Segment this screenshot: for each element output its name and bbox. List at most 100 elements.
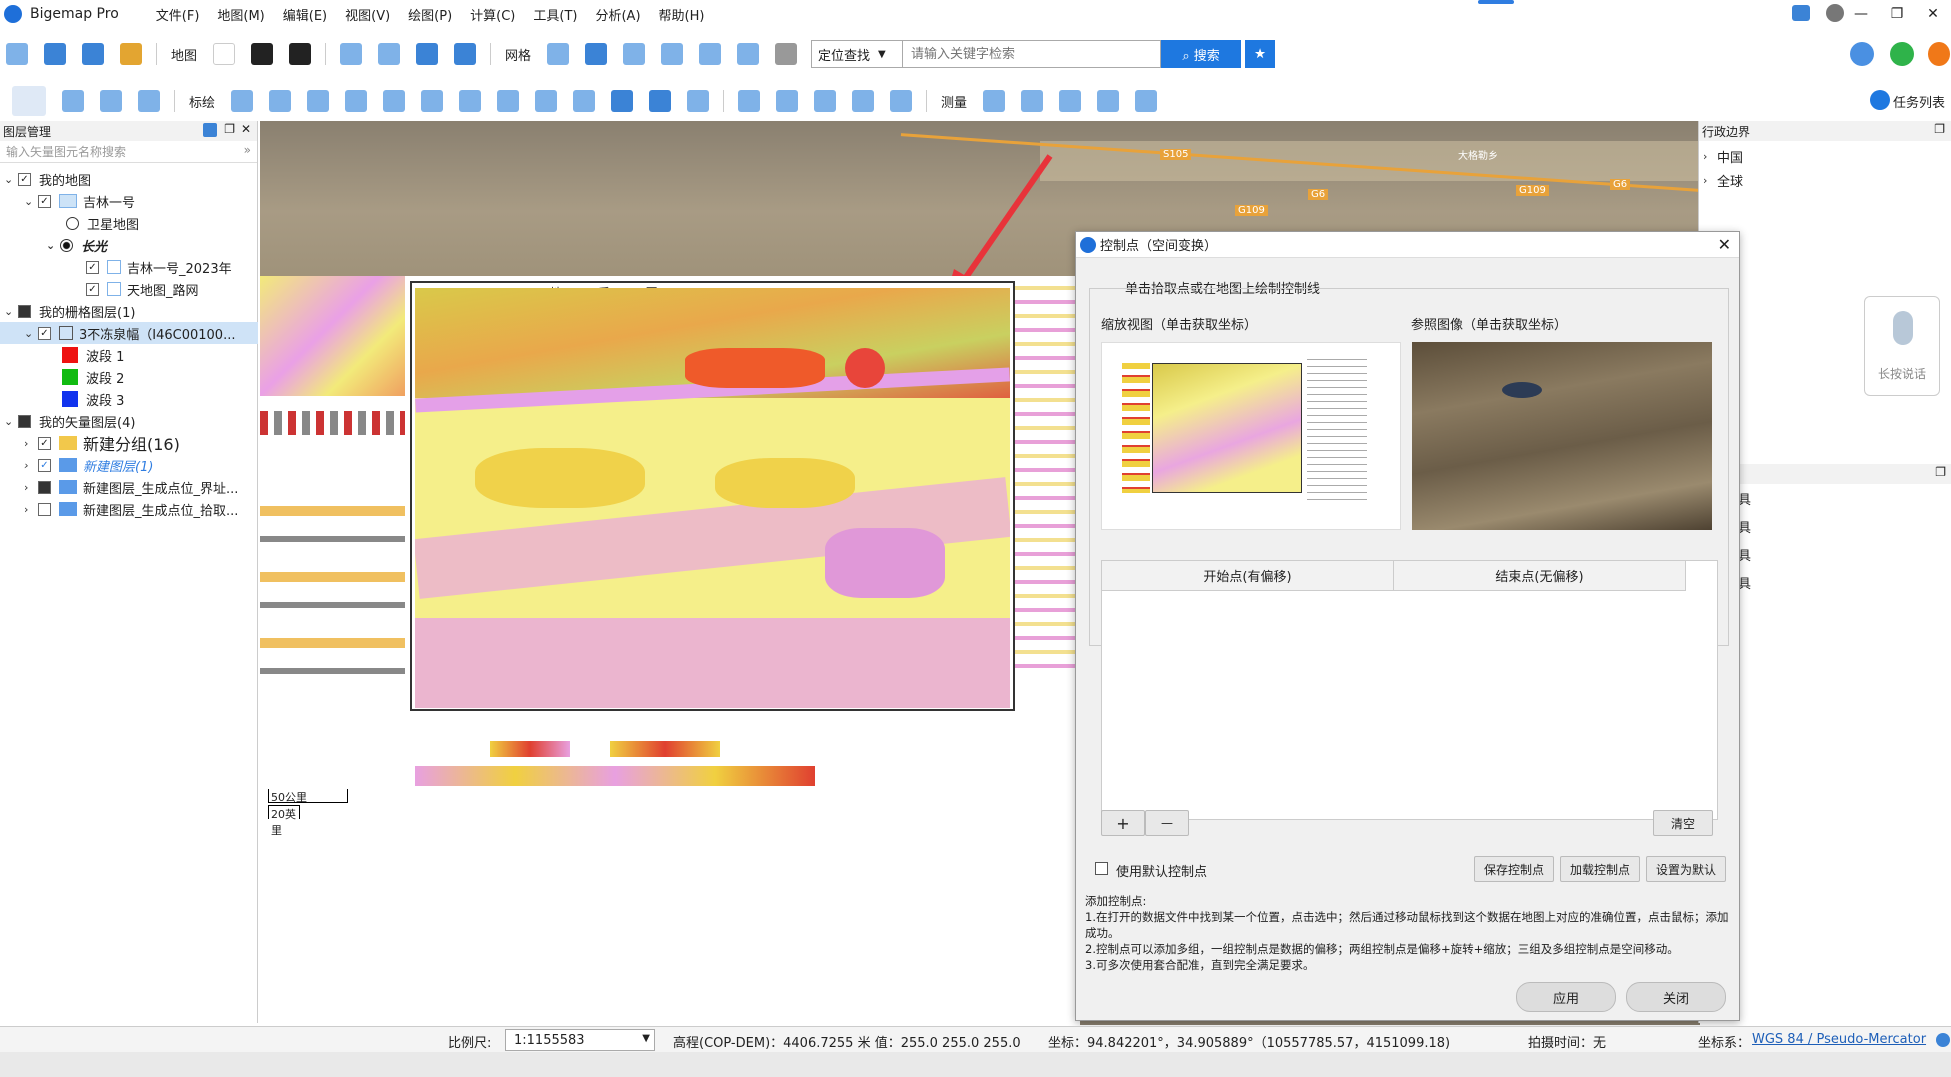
dialog-close-icon[interactable]: ✕ <box>1718 235 1731 254</box>
menu-analysis[interactable]: 分析(A) <box>586 5 649 24</box>
chevron-down-icon[interactable]: ⌄ <box>46 239 60 252</box>
zoom-in-icon[interactable] <box>340 43 363 65</box>
menu-edit[interactable]: 编辑(E) <box>274 5 336 24</box>
sheet-grid-icon[interactable] <box>661 43 684 65</box>
polyline-icon[interactable] <box>269 90 292 112</box>
km-grid-icon[interactable] <box>623 43 646 65</box>
voice-button[interactable]: 长按说话 <box>1864 296 1940 396</box>
tree-raster-layers[interactable]: ⌄ 我的栅格图层(1) <box>4 300 135 322</box>
measure-azimuth-icon[interactable] <box>1097 90 1120 112</box>
search-icon[interactable] <box>203 123 217 137</box>
point-marker-icon[interactable] <box>231 90 254 112</box>
tree-band-1[interactable]: 波段 1 <box>62 344 124 366</box>
apply-button[interactable]: 应用 <box>1516 982 1616 1012</box>
control-point-table[interactable]: 开始点(有偏移) 结束点(无偏移) <box>1101 560 1718 820</box>
edit-select-icon[interactable] <box>138 90 160 112</box>
circle-icon[interactable] <box>497 90 520 112</box>
tree-gen-layer-2[interactable]: › 新建图层_生成点位_拾取... <box>24 498 238 520</box>
layer-filter-input[interactable]: 输入矢量图元名称搜索 » <box>0 141 257 163</box>
redo-icon[interactable] <box>776 90 799 112</box>
radio[interactable] <box>66 216 79 230</box>
menu-tools[interactable]: 工具(T) <box>524 5 586 24</box>
map-label[interactable]: 地图 <box>171 45 197 64</box>
locate-select[interactable]: 定位查找 ▼ <box>811 40 904 68</box>
tree-group[interactable]: › ✓ 新建分组(16) <box>24 432 180 454</box>
menu-file[interactable]: 文件(F) <box>147 5 209 24</box>
tree-jilin-2023[interactable]: ✓ 吉林一号_2023年 <box>86 256 232 278</box>
collapse-icon[interactable]: » <box>244 143 251 157</box>
image-frame-icon[interactable] <box>737 43 760 65</box>
map-layer-icon[interactable] <box>251 43 274 65</box>
checkbox[interactable]: ✓ <box>38 326 51 340</box>
float-panel-icon[interactable]: ❐ <box>1934 122 1945 136</box>
arrow-icon[interactable] <box>649 90 672 112</box>
taobao-icon[interactable] <box>1928 42 1950 66</box>
arc-icon[interactable] <box>687 90 710 112</box>
scale-select[interactable]: 1:1155583 ▼ <box>505 1029 655 1051</box>
clear-button[interactable]: 清空 <box>1653 810 1713 836</box>
admin-item-global[interactable]: › 全球 <box>1703 169 1743 191</box>
box-select-icon[interactable] <box>100 90 122 112</box>
checkbox-partial[interactable] <box>18 304 31 318</box>
map-layer-dropdown-icon[interactable] <box>289 43 312 65</box>
undo-icon[interactable] <box>738 90 761 112</box>
utm-grid-icon[interactable] <box>585 43 608 65</box>
chevron-down-icon[interactable]: ⌄ <box>24 195 38 208</box>
menu-view[interactable]: 视图(V) <box>336 5 399 24</box>
copy-icon[interactable] <box>852 90 875 112</box>
chevron-right-icon[interactable]: › <box>1703 174 1717 187</box>
heart-icon[interactable] <box>1850 42 1874 66</box>
pan-hand-icon[interactable] <box>12 86 46 116</box>
checkbox[interactable]: ✓ <box>18 172 31 186</box>
tree-tianditu[interactable]: ✓ 天地图_路网 <box>86 278 199 300</box>
menu-calc[interactable]: 计算(C) <box>461 5 524 24</box>
menu-draw[interactable]: 绘图(P) <box>399 5 461 24</box>
tree-satellite[interactable]: 卫星地图 <box>66 212 139 234</box>
set-default-button[interactable]: 设置为默认 <box>1646 856 1726 882</box>
minimize-button[interactable]: — <box>1843 6 1879 22</box>
curve-icon[interactable] <box>307 90 330 112</box>
chevron-down-icon[interactable]: ⌄ <box>4 173 18 186</box>
settings-gear-icon[interactable] <box>1936 1033 1950 1047</box>
measure-line-icon[interactable] <box>573 90 596 112</box>
col-start[interactable]: 开始点(有偏移) <box>1102 561 1394 591</box>
zoom-extent-icon[interactable] <box>416 43 439 65</box>
save-points-button[interactable]: 保存控制点 <box>1474 856 1554 882</box>
add-point-button[interactable]: + <box>1101 810 1145 836</box>
col-end[interactable]: 结束点(无偏移) <box>1394 561 1686 591</box>
admin-item-china[interactable]: › 中国 <box>1703 145 1743 167</box>
remove-point-button[interactable]: — <box>1145 810 1189 836</box>
cut-icon[interactable] <box>814 90 837 112</box>
tree-band-2[interactable]: 波段 2 <box>62 366 124 388</box>
square-icon[interactable] <box>421 90 444 112</box>
blank-map-icon[interactable] <box>213 43 236 65</box>
grid-icon[interactable] <box>547 43 570 65</box>
zoom-view-image[interactable] <box>1101 342 1401 530</box>
grid-label[interactable]: 网格 <box>505 45 531 64</box>
measure-angle-icon[interactable] <box>1135 90 1158 112</box>
load-points-button[interactable]: 加载控制点 <box>1560 856 1640 882</box>
tree-gen-layer-1[interactable]: › 新建图层_生成点位_界址... <box>24 476 238 498</box>
checkbox[interactable]: ✓ <box>86 260 99 274</box>
image-icon[interactable] <box>120 43 142 65</box>
maximize-button[interactable]: ❐ <box>1879 6 1915 22</box>
sector-icon[interactable] <box>535 90 558 112</box>
search-button[interactable]: ⌕ 搜索 <box>1161 40 1242 68</box>
checkbox[interactable]: ✓ <box>86 282 99 296</box>
select-arrow-icon[interactable] <box>62 90 84 112</box>
settings-gear-icon[interactable] <box>82 43 104 65</box>
chevron-down-icon[interactable]: ⌄ <box>4 305 18 318</box>
chevron-right-icon[interactable]: › <box>1703 150 1717 163</box>
tree-band-3[interactable]: 波段 3 <box>62 388 124 410</box>
mark-label[interactable]: 标绘 <box>189 92 215 111</box>
checkbox[interactable]: ✓ <box>38 458 51 472</box>
close-panel-icon[interactable]: ✕ <box>241 122 251 136</box>
zoom-out-icon[interactable] <box>378 43 401 65</box>
float-panel-icon[interactable]: ❐ <box>1935 465 1946 479</box>
eraser-icon[interactable] <box>775 43 798 65</box>
crs-link[interactable]: WGS 84 / Pseudo-Mercator <box>1752 1032 1926 1047</box>
radio-selected[interactable] <box>60 238 73 252</box>
measure-point-icon[interactable] <box>983 90 1006 112</box>
chevron-right-icon[interactable]: › <box>24 481 38 494</box>
use-default-checkbox[interactable] <box>1095 862 1108 875</box>
